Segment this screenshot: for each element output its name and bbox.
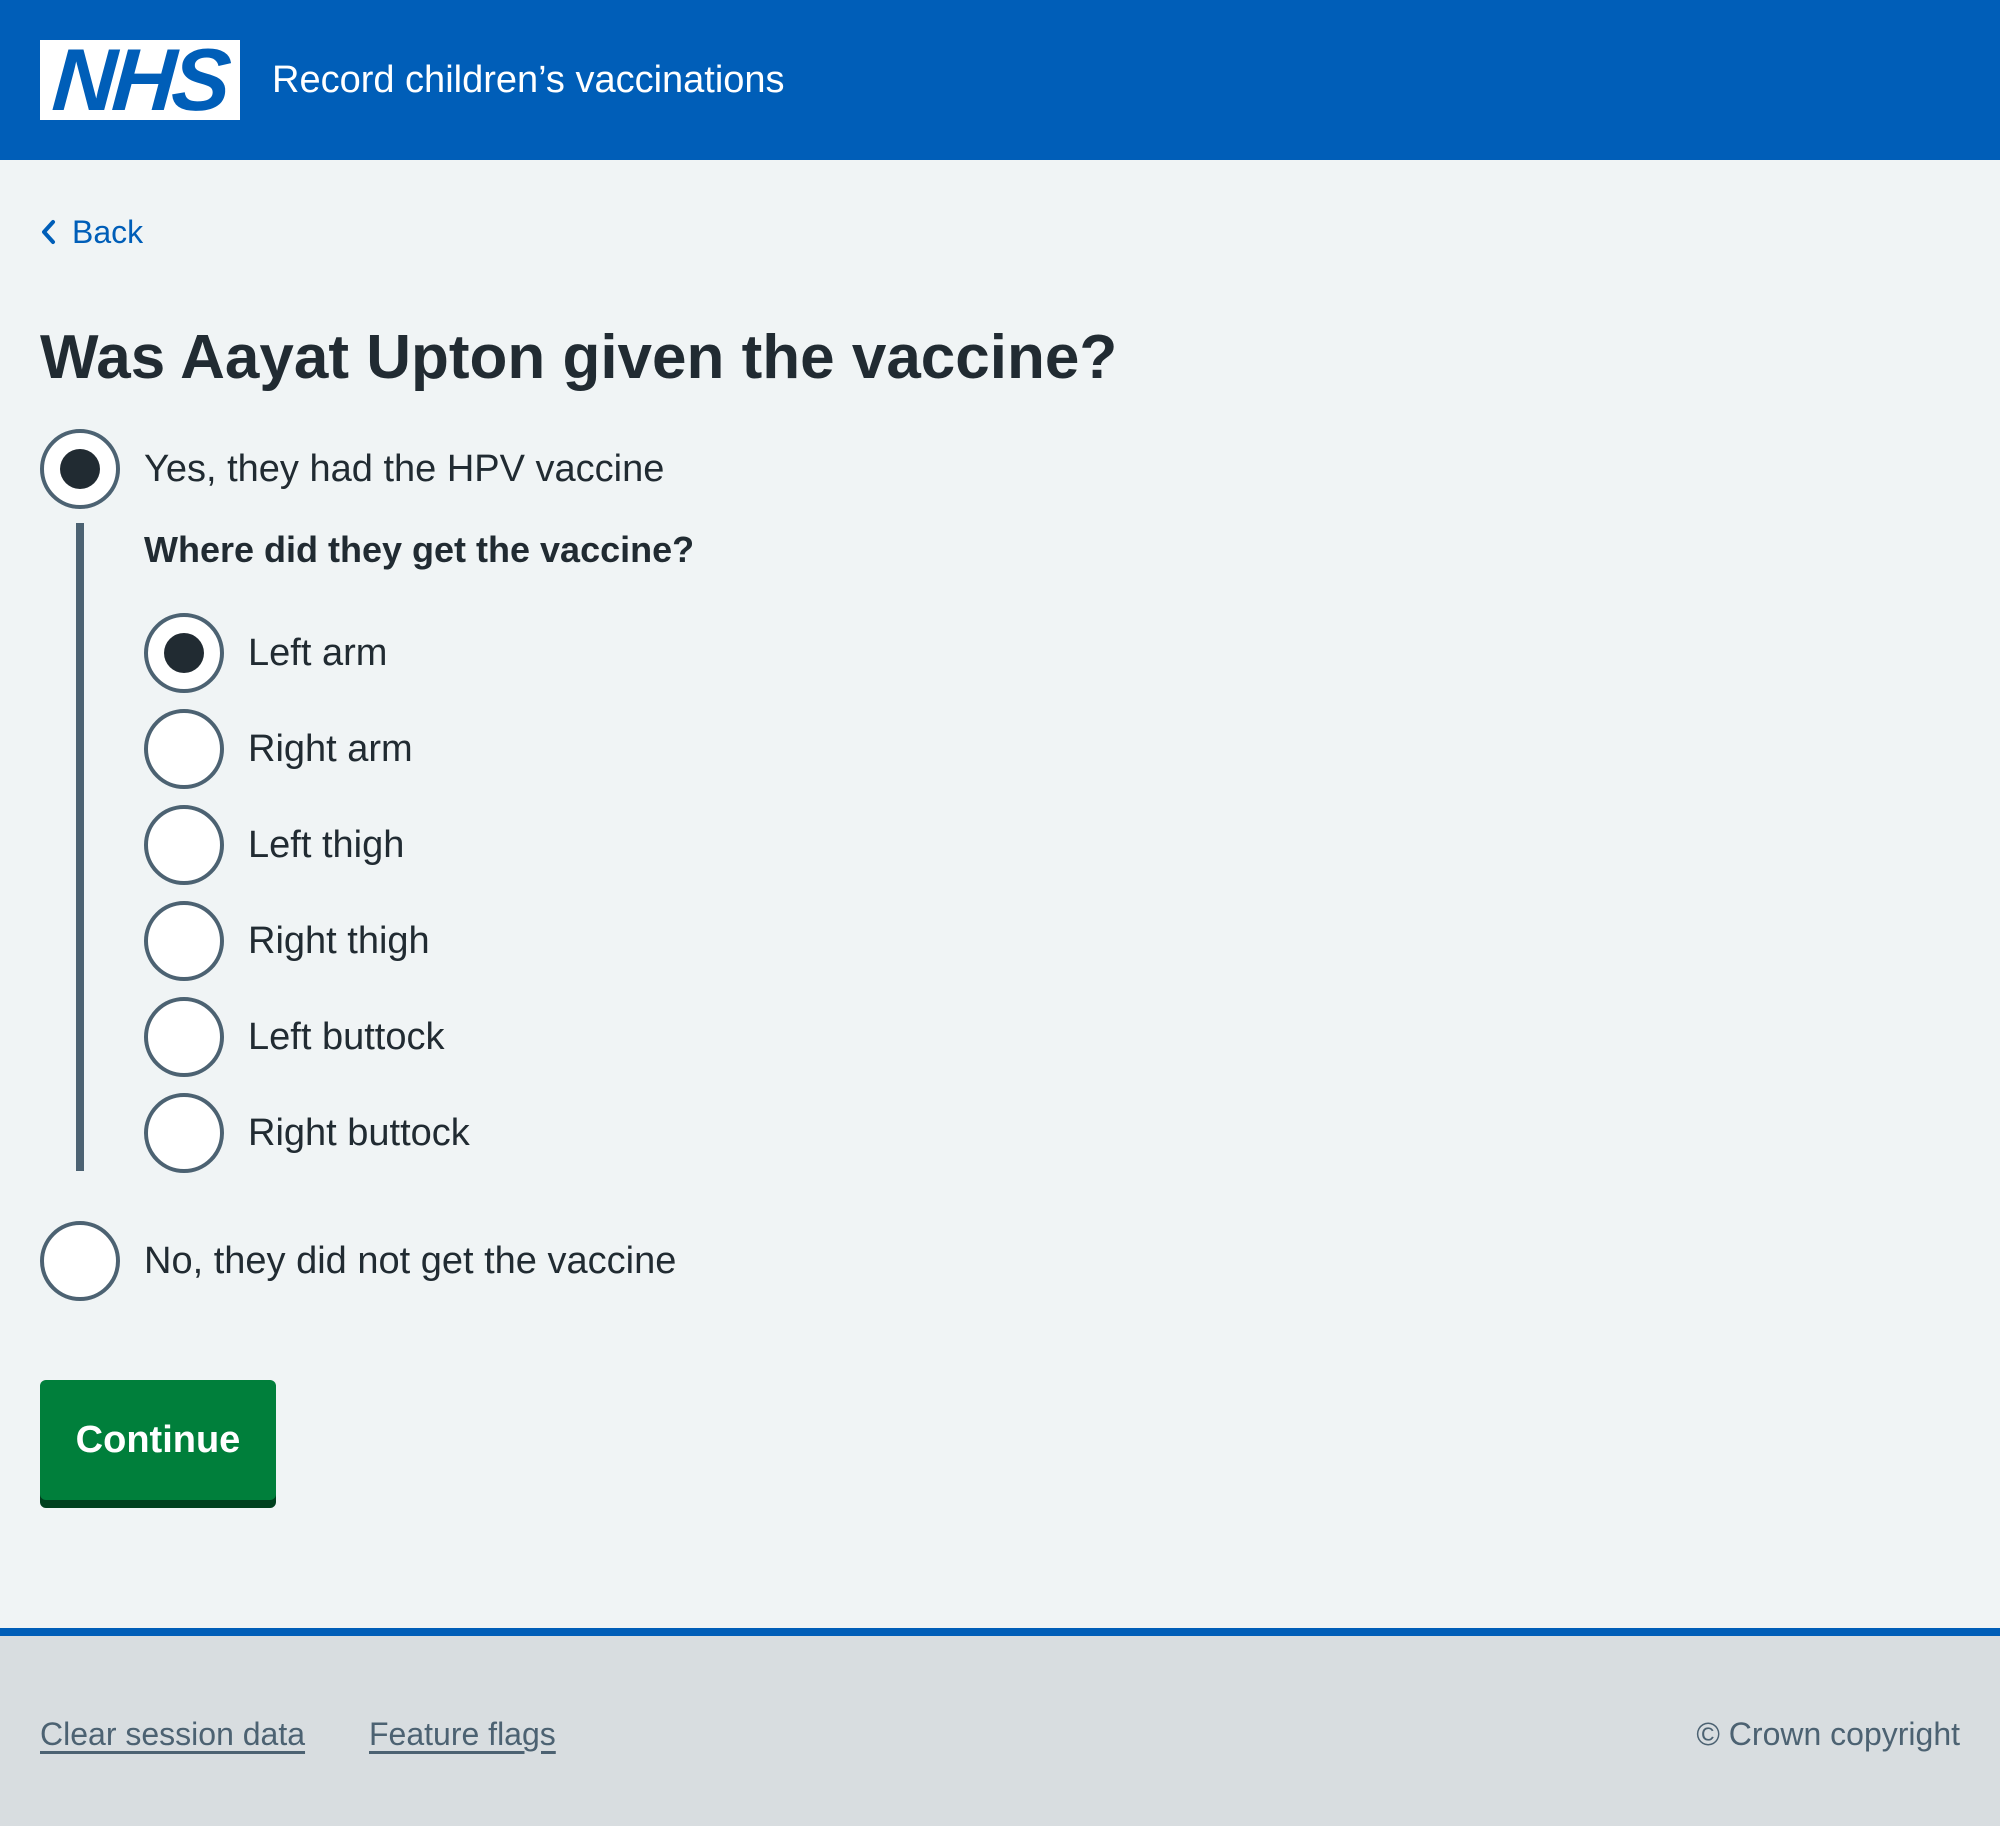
site-header: NHS Record children’s vaccinations [0,0,2000,160]
radio-option-left-thigh[interactable]: Left thigh [144,805,404,885]
radio-label-left-thigh: Left thigh [248,824,405,866]
radio-button-left-thigh[interactable] [144,805,224,885]
nhs-logo[interactable]: NHS [40,30,240,129]
radio-button-left-arm[interactable] [144,613,224,693]
feature-flags-link[interactable]: Feature flags [369,1712,556,1756]
radio-button-right-arm[interactable] [144,709,224,789]
service-name[interactable]: Record children’s vaccinations [272,54,785,106]
radio-option-yes[interactable]: Yes, they had the HPV vaccine [40,429,664,509]
continue-button[interactable]: Continue [40,1380,276,1500]
radio-button-right-thigh[interactable] [144,901,224,981]
radio-label-left-buttock: Left buttock [248,1016,445,1058]
radio-label-right-arm: Right arm [248,728,413,770]
page-title: Was Aayat Upton given the vaccine? [40,323,1118,392]
chevron-left-icon [40,210,62,254]
radio-label-right-buttock: Right buttock [248,1112,470,1154]
radio-label-right-thigh: Right thigh [248,920,430,962]
radio-option-left-arm[interactable]: Left arm [144,613,387,693]
radio-option-right-thigh[interactable]: Right thigh [144,901,430,981]
radio-label-no: No, they did not get the vaccine [144,1240,677,1282]
crown-copyright: © Crown copyright [1696,1716,1960,1752]
radio-button-no[interactable] [40,1221,120,1301]
clear-session-data-link[interactable]: Clear session data [40,1712,305,1756]
radio-button-right-buttock[interactable] [144,1093,224,1173]
radio-option-right-buttock[interactable]: Right buttock [144,1093,470,1173]
nhs-logo-text: NHS [49,30,231,129]
back-link[interactable]: Back [40,210,143,254]
conditional-reveal-bar [76,523,84,1171]
radio-label-left-arm: Left arm [248,632,388,674]
radio-label-yes: Yes, they had the HPV vaccine [144,448,665,490]
radio-option-no[interactable]: No, they did not get the vaccine [40,1221,676,1301]
site-question-legend: Where did they get the vaccine? [144,529,695,570]
radio-button-yes[interactable] [40,429,120,509]
radio-option-right-arm[interactable]: Right arm [144,709,413,789]
site-footer: Clear session data Feature flags © Crown… [0,1628,2000,1826]
radio-option-left-buttock[interactable]: Left buttock [144,997,444,1077]
radio-button-left-buttock[interactable] [144,997,224,1077]
back-link-label: Back [72,213,144,250]
